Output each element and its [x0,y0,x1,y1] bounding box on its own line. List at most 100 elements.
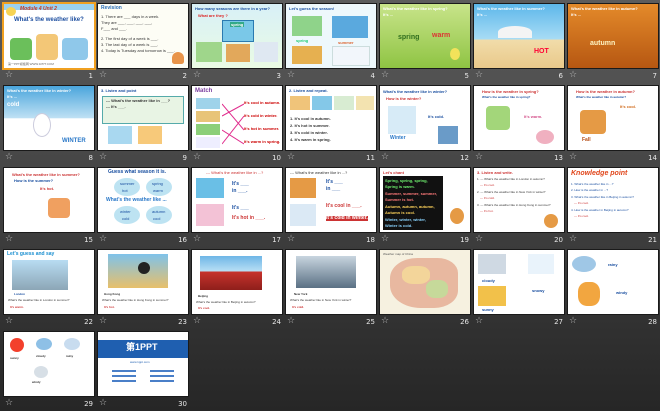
slide-subtitle: What's the weather like? [14,17,84,23]
slide-thumbnail-23[interactable]: Hong Kong What's the weather like in Hon… [98,250,188,314]
slide-number: 5 [464,72,469,80]
slide-title: What's the weather like in summer? [12,172,80,177]
slide-cell: Let's chant Spring, spring, spring, Spri… [379,167,473,245]
slide-thumbnail-21[interactable]: Knowledge point 1. What's the weather li… [568,168,658,232]
animation-star-icon: ☆ [381,70,390,80]
slide-title: How is the weather in autumn? [576,89,635,94]
picture [486,106,510,130]
slide-number: 7 [652,72,657,80]
slide-text: F___ and ___. [101,26,127,31]
slide-text: It's warm. [10,305,24,309]
slide-thumbnail-25[interactable]: New York What's the weather like in New … [286,250,376,314]
rain-cloud-icon [572,256,596,272]
link-line [112,375,136,377]
slide-cell: --- What's the weather like in ...? It's… [191,167,285,245]
slide-cell: What's the weather like in summer? It's … [473,3,567,81]
slide-text: It's ___ [326,179,343,185]
slide-cell: Guess what season it is. summer spring h… [97,167,191,245]
slide-text: rainy [66,354,74,358]
slide-text: --- It's cool. [574,201,589,205]
slide-text: How is the winter? [386,96,422,101]
animation-star-icon: ☆ [287,316,296,326]
slide-thumbnail-26[interactable]: Weather map of China [380,250,470,314]
slide-thumbnail-30[interactable]: 第1PPT www.1ppt.com [98,332,188,396]
slide-thumbnail-22[interactable]: Let's guess and say London What's the we… [4,250,94,314]
slide-thumbnail-1[interactable]: Module 4 Unit 2 What's the weather like?… [4,4,94,68]
slide-number: 14 [648,154,657,162]
slide-title: What's the weather like in summer? [477,6,545,11]
slide-thumbnail-29[interactable]: sunny cloudy rainy windy [4,332,94,396]
slide-text: --- It's cool. [480,183,495,187]
slide-text: It's ___ [232,181,249,187]
slide-thumbnail-10[interactable]: Match It's cool in autumn. It's cold in … [192,86,282,150]
slide-thumbnail-3[interactable]: How many seasons are there in a year? Wh… [192,4,282,68]
slide-thumbnail-17[interactable]: --- What's the weather like in ...? It's… [192,168,282,232]
slide-number: 13 [554,154,563,162]
slide-number: 30 [178,400,187,408]
slide-text: Winter, winter, winter, [385,217,426,222]
slide-cell: What's the weather like in winter? It's … [3,85,97,163]
slide-thumbnail-7[interactable]: What's the weather like in autumn? It's … [568,4,658,68]
slide-thumbnail-27[interactable]: cloudy sunny snowy [474,250,564,314]
slide-text: Fall [582,137,591,143]
slide-text: 4. Today is Tuesday and tomorrow is ___. [101,48,175,53]
slide-text: They are ___, ___, ___, ___, [101,20,153,25]
slide-thumbnail-18[interactable]: --- What's the weather like in ...? It's… [286,168,376,232]
picture [200,256,262,290]
slide-thumbnail-6[interactable]: What's the weather like in summer? It's … [474,4,564,68]
slide-cell: How is the weather in spring? What's the… [473,85,567,163]
slide-cell: Knowledge point 1. What's the weather li… [567,167,660,245]
slide-thumbnail-20[interactable]: 3. Listen and write. 1. --- What's the w… [474,168,564,232]
slide-number: 10 [272,154,281,162]
slide-number: 12 [460,154,469,162]
slide-thumbnail-5[interactable]: What's the weather like in spring? It's … [380,4,470,68]
slide-thumbnail-14[interactable]: How is the weather in autumn? What's the… [568,86,658,150]
slide-cell: What's the weather like in winter? How i… [379,85,473,163]
slide-text: windy [32,380,41,384]
slide-text: It's cool. [198,306,211,310]
slide-text: 2. The first day of a week is ___. [101,36,159,41]
slide-thumbnail-11[interactable]: 2. Listen and repeat. 1. It's cool in au… [286,86,376,150]
slide-title: Let's guess and say [7,251,55,257]
slide-thumbnail-16[interactable]: Guess what season it is. summer spring h… [98,168,188,232]
slide-text: What are they ? [198,13,228,18]
animation-star-icon: ☆ [5,398,14,408]
picture [332,46,370,66]
slide-thumbnail-9[interactable]: 3. Listen and point --- What's the weath… [98,86,188,150]
slide-thumbnail-8[interactable]: What's the weather like in winter? It's … [4,86,94,150]
slide-thumbnail-4[interactable]: Let's guess the season! spring summer [286,4,376,68]
slide-text: HOT [534,48,549,55]
slide-thumbnail-13[interactable]: How is the weather in spring? What's the… [474,86,564,150]
slide-cell: Match It's cool in autumn. It's cold in … [191,85,285,163]
slide-title: Weather map of China [383,252,413,256]
picture [254,42,278,62]
slide-thumbnail-24[interactable]: Beijing What's the weather like in Beiji… [192,250,282,314]
slide-title: 3. Listen and write. [477,170,514,175]
leaf-icon [172,52,184,64]
animation-star-icon: ☆ [99,70,108,80]
slide-thumbnail-12[interactable]: What's the weather like in winter? How i… [380,86,470,150]
slide-title: Hong Kong [104,292,121,296]
cloud-icon [36,338,52,350]
leaf-icon [544,214,558,228]
slide-thumbnail-28[interactable]: rainy windy [568,250,658,314]
slide-text: It's ___ [232,205,249,211]
slide-thumbnail-19[interactable]: Let's chant Spring, spring, spring, Spri… [380,168,470,232]
link-line [112,370,136,372]
picture [196,204,224,226]
animation-star-icon: ☆ [569,152,578,162]
slide-title: What's the weather like in winter? [383,89,448,94]
slide-thumbnail-15[interactable]: What's the weather like in summer? How i… [4,168,94,232]
slide-text: spring [398,34,420,41]
slide-text: windy [616,290,628,295]
picture [332,16,368,38]
flower-icon [450,48,460,60]
slide-text: warm [432,32,451,39]
picture [62,38,88,60]
slide-text: in ___. [232,188,248,194]
slide-text: 3. It's cold in winter. [290,130,328,135]
slide-text: It's ... [7,94,18,99]
slide-text: rainy [608,262,618,267]
slide-thumbnail-2[interactable]: Revision 1. There are ___ days in a week… [98,4,188,68]
animation-star-icon: ☆ [475,234,484,244]
